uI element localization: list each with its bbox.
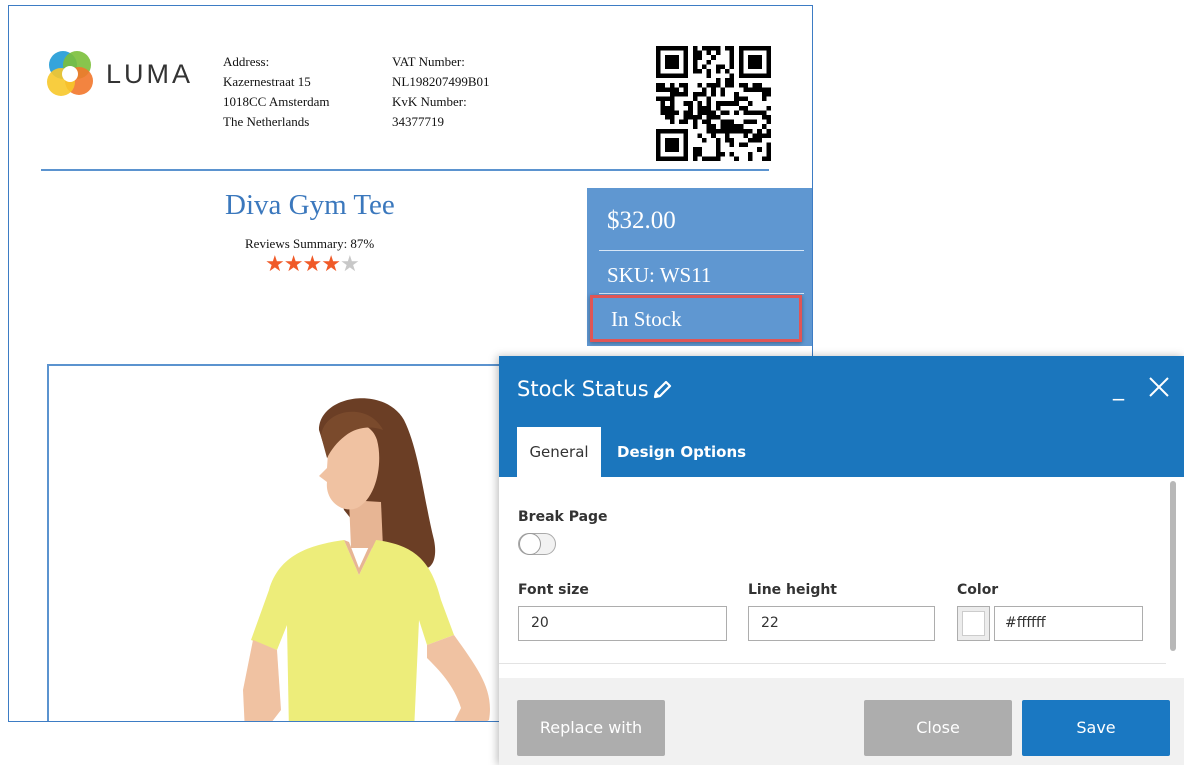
vat-line: 34377719 <box>392 114 444 129</box>
close-icon[interactable] <box>1146 374 1172 400</box>
scrollbar-thumb[interactable] <box>1170 481 1176 651</box>
star-icon: ★ <box>339 251 360 276</box>
qr-code-icon <box>656 46 771 161</box>
address-line: Kazernestraat 15 <box>223 74 311 89</box>
star-icon: ★ <box>321 251 341 276</box>
minimize-button[interactable]: _ <box>1113 376 1124 401</box>
luma-logo-icon <box>47 51 93 96</box>
vat-info: VAT Number: NL198207499B01 KvK Number: 3… <box>392 52 490 132</box>
star-icon: ★ <box>265 251 285 276</box>
store-address: Address: Kazernestraat 15 1018CC Amsterd… <box>223 52 330 132</box>
body-divider <box>499 663 1166 664</box>
product-title: Diva Gym Tee <box>225 189 395 221</box>
dialog-title: Stock Status <box>517 377 649 401</box>
font-size-label: Font size <box>518 582 589 598</box>
line-height-input[interactable]: 22 <box>748 606 935 641</box>
tab-design-options[interactable]: Design Options <box>617 427 746 477</box>
reviews-summary: Reviews Summary: 87% <box>245 236 375 251</box>
break-page-label: Break Page <box>518 509 608 525</box>
price-divider <box>599 250 804 251</box>
stock-status-text: In Stock <box>611 307 682 331</box>
vat-line: VAT Number: <box>392 54 465 69</box>
header-divider <box>41 169 769 171</box>
tab-general[interactable]: General <box>517 427 601 477</box>
vat-line: NL198207499B01 <box>392 74 490 89</box>
rating-stars: ★★★★★ <box>265 251 360 276</box>
scrollbar[interactable] <box>1166 477 1184 677</box>
dialog-body: Break Page Font size Line height Color 2… <box>499 477 1166 665</box>
font-size-input[interactable]: 20 <box>518 606 727 641</box>
sku-divider <box>599 293 804 294</box>
stock-status-block[interactable]: In Stock <box>590 295 802 342</box>
color-swatch-preview <box>962 611 985 636</box>
product-sku: SKU: WS11 <box>607 263 712 287</box>
stock-status-dialog: Stock Status _ General Design Options Br… <box>499 356 1184 765</box>
logo-text: LUMA <box>106 59 194 89</box>
product-photo <box>243 398 490 721</box>
save-button[interactable]: Save <box>1022 700 1170 756</box>
vat-line: KvK Number: <box>392 94 467 109</box>
dialog-header: Stock Status _ General Design Options <box>499 356 1184 477</box>
line-height-label: Line height <box>748 582 837 598</box>
close-button[interactable]: Close <box>864 700 1012 756</box>
pencil-icon[interactable] <box>651 379 673 401</box>
star-icon: ★ <box>283 251 304 276</box>
toggle-knob <box>519 533 541 555</box>
address-line: Address: <box>223 54 270 69</box>
dialog-footer: Replace with Close Save <box>499 678 1184 765</box>
address-line: 1018CC Amsterdam <box>223 94 330 109</box>
product-price: $32.00 <box>607 207 676 234</box>
star-icon: ★ <box>302 251 322 276</box>
replace-with-button[interactable]: Replace with <box>517 700 665 756</box>
color-swatch[interactable] <box>957 606 990 641</box>
color-label: Color <box>957 582 999 598</box>
address-line: The Netherlands <box>223 114 310 129</box>
break-page-toggle[interactable] <box>518 533 556 555</box>
price-box: $32.00 SKU: WS11 In Stock <box>587 188 812 346</box>
color-input[interactable]: #ffffff <box>994 606 1143 641</box>
